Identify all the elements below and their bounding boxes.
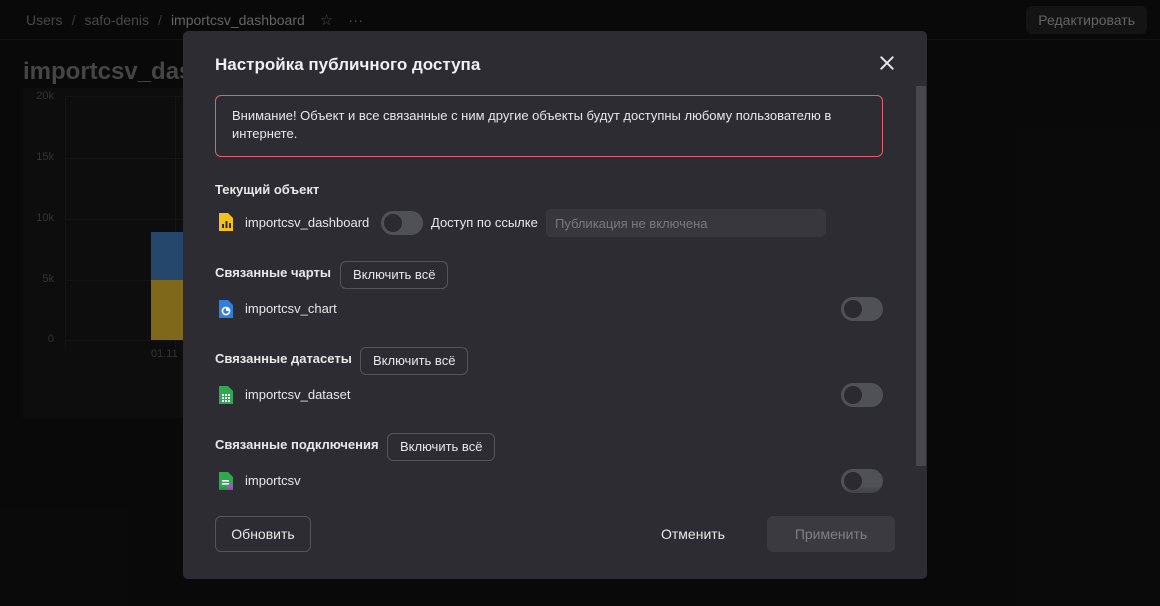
- current-object-heading: Текущий объект: [215, 182, 320, 197]
- toggle-knob: [384, 214, 402, 232]
- enable-all-datasets-button[interactable]: Включить всё: [360, 347, 469, 375]
- close-icon[interactable]: [875, 51, 899, 75]
- apply-button[interactable]: Применить: [767, 516, 895, 552]
- current-object-name: importcsv_dashboard: [245, 215, 370, 230]
- linked-charts-heading: Связанные чарты: [215, 265, 331, 280]
- scroll-fade: [183, 486, 913, 502]
- scrollbar[interactable]: [915, 86, 926, 466]
- dataset-item-name: importcsv_dataset: [245, 387, 351, 402]
- dataset-icon: [219, 386, 233, 404]
- public-link-field[interactable]: [546, 209, 826, 237]
- chart-item-name: importcsv_chart: [245, 301, 337, 316]
- toggle-knob: [844, 300, 862, 318]
- scrollbar-thumb[interactable]: [916, 86, 926, 466]
- cancel-button[interactable]: Отменить: [649, 516, 737, 552]
- chart-item-toggle[interactable]: [841, 297, 883, 321]
- warning-banner: Внимание! Объект и все связанные с ним д…: [215, 95, 883, 157]
- public-access-dialog: Настройка публичного доступа Внимание! О…: [183, 31, 927, 579]
- linked-connections-heading: Связанные подключения: [215, 437, 379, 452]
- dataset-item-toggle[interactable]: [841, 383, 883, 407]
- linked-datasets-heading: Связанные датасеты: [215, 351, 352, 366]
- toggle-knob: [844, 386, 862, 404]
- dashboard-icon: [219, 213, 233, 231]
- current-object-toggle[interactable]: [381, 211, 423, 235]
- enable-all-charts-button[interactable]: Включить всё: [340, 261, 449, 289]
- refresh-button[interactable]: Обновить: [215, 516, 311, 552]
- link-access-label: Доступ по ссылке: [431, 215, 538, 230]
- enable-all-connections-button[interactable]: Включить всё: [387, 433, 496, 461]
- dialog-title: Настройка публичного доступа: [215, 55, 481, 74]
- chart-icon: [219, 300, 233, 318]
